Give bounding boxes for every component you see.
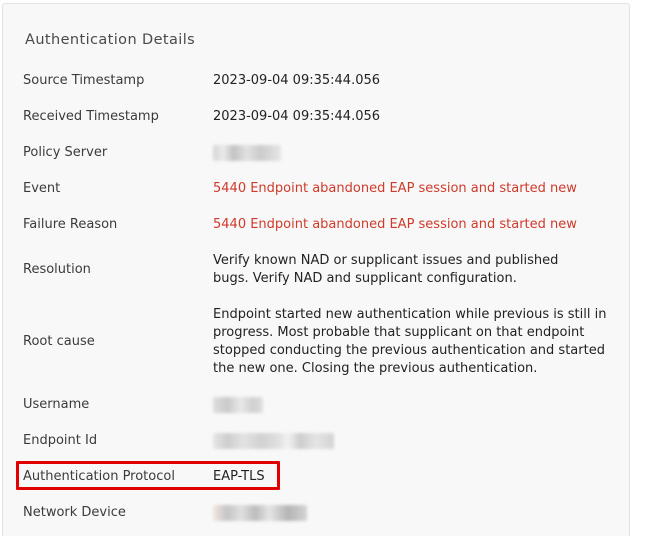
source-timestamp-value: 2023-09-04 09:35:44.056: [213, 73, 381, 88]
failure-reason-label: Failure Reason: [23, 217, 118, 232]
endpoint-id-label: Endpoint Id: [23, 433, 98, 448]
received-timestamp-value: 2023-09-04 09:35:44.056: [213, 109, 381, 124]
failure-reason-value: 5440 Endpoint abandoned EAP session and …: [213, 217, 577, 232]
highlight-box: [16, 461, 280, 490]
network-device-label: Network Device: [23, 505, 126, 520]
panel-title: Authentication Details: [25, 32, 196, 48]
endpoint-id-value-redacted: [213, 433, 334, 449]
event-value: 5440 Endpoint abandoned EAP session and …: [213, 181, 577, 196]
policy-server-value-redacted: [213, 145, 281, 161]
source-timestamp-label: Source Timestamp: [23, 73, 145, 88]
resolution-value: Verify known NAD or supplicant issues an…: [213, 253, 559, 286]
network-device-value-redacted: [213, 505, 307, 521]
policy-server-label: Policy Server: [23, 145, 108, 160]
username-label: Username: [23, 397, 90, 412]
root-cause-label: Root cause: [23, 334, 95, 349]
root-cause-value: Endpoint started new authentication whil…: [213, 307, 607, 376]
username-value-redacted: [213, 397, 263, 413]
resolution-label: Resolution: [23, 262, 91, 277]
event-label: Event: [23, 181, 61, 196]
received-timestamp-label: Received Timestamp: [23, 109, 159, 124]
